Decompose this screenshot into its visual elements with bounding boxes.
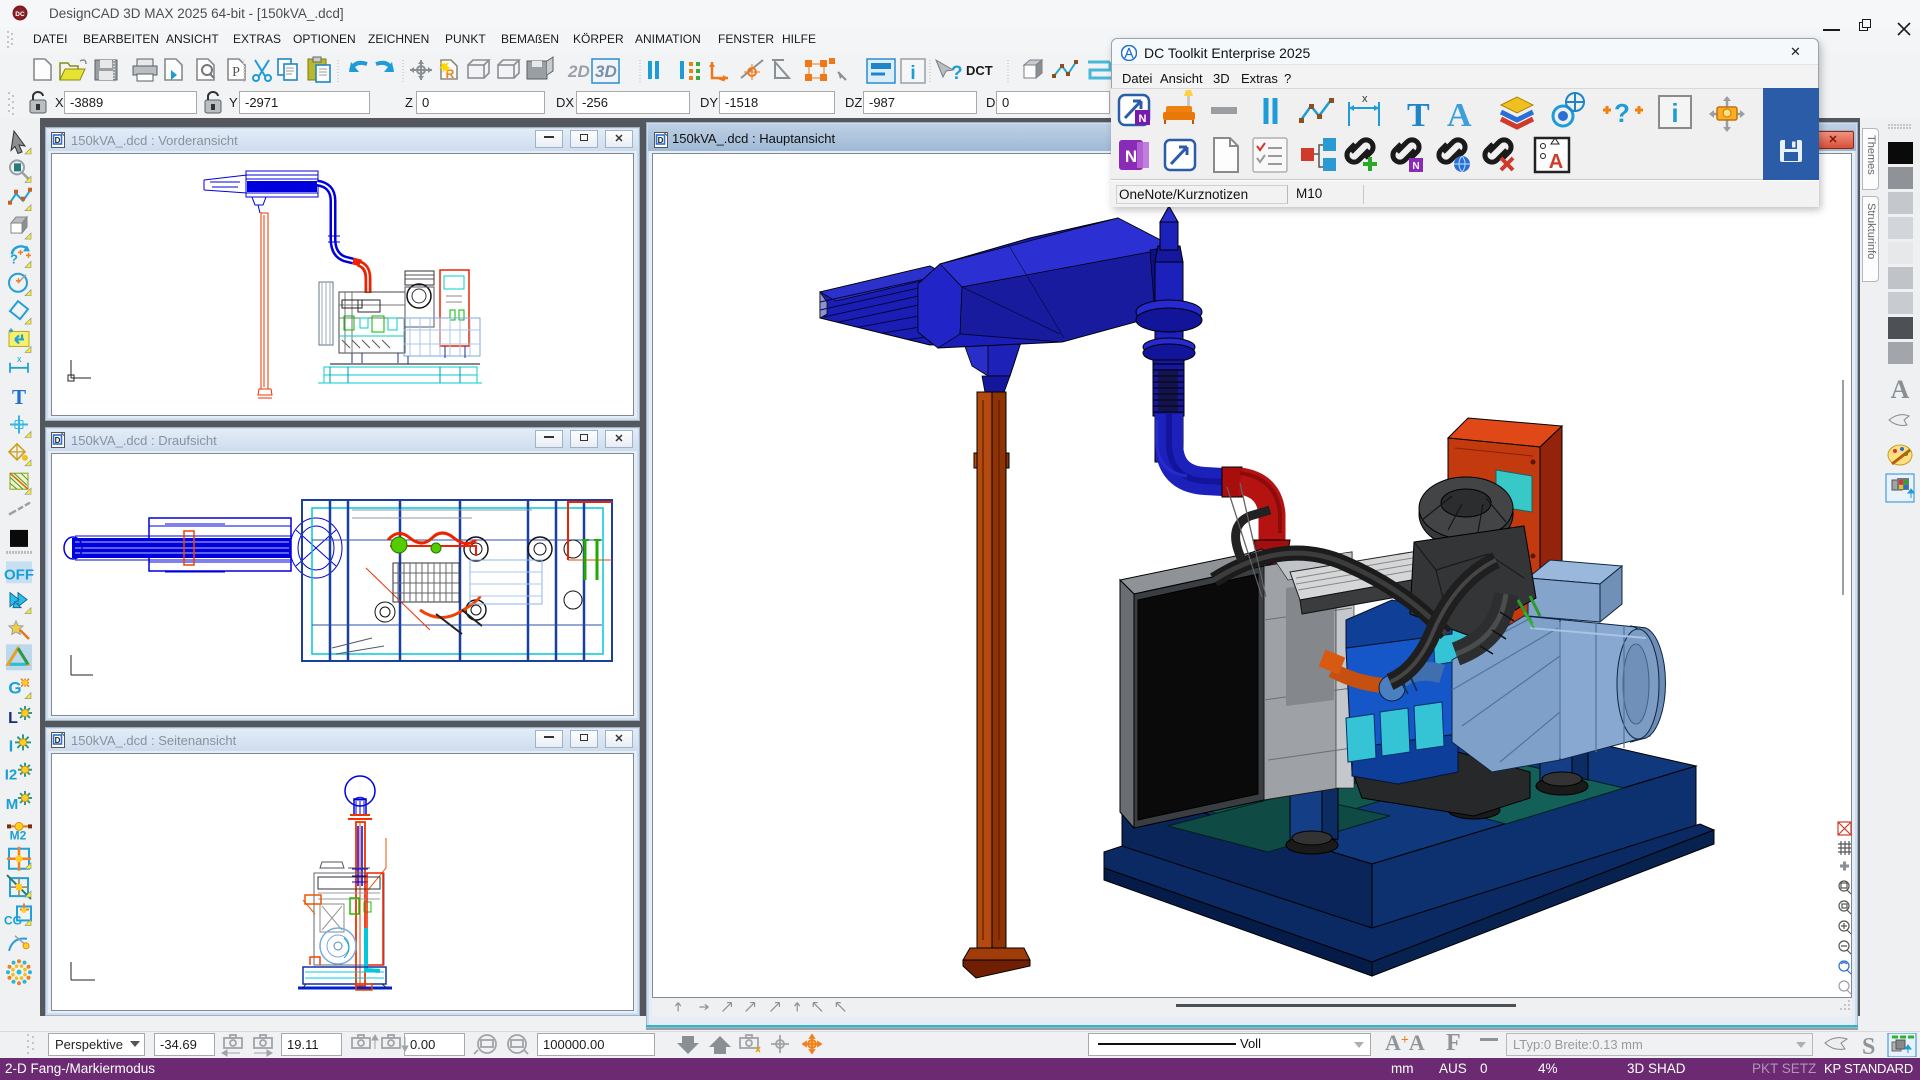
svg-text:S: S	[1862, 1034, 1875, 1057]
svg-text:N: N	[1412, 161, 1419, 172]
svg-text:A: A	[1891, 375, 1910, 404]
svg-text:2D: 2D	[567, 62, 590, 81]
svg-text:?: ?	[951, 63, 963, 84]
svg-text:M: M	[6, 796, 19, 813]
svg-text:D: D	[55, 436, 61, 445]
svg-text:N: N	[1125, 147, 1137, 166]
svg-text:i: i	[910, 63, 915, 84]
svg-text:x: x	[1362, 93, 1368, 105]
svg-text:T: T	[12, 385, 26, 409]
svg-text:CG: CG	[4, 913, 22, 927]
svg-text:A: A	[1549, 151, 1563, 173]
svg-text:OFF: OFF	[4, 566, 34, 583]
svg-text:DCT: DCT	[966, 63, 993, 78]
svg-text:x: x	[17, 354, 22, 364]
svg-text:DC: DC	[15, 11, 25, 18]
svg-text:M2: M2	[10, 828, 27, 842]
svg-text:D: D	[658, 136, 664, 145]
svg-text:L: L	[8, 710, 18, 727]
svg-text:i: i	[1671, 98, 1678, 128]
svg-text:I2: I2	[5, 767, 18, 784]
svg-text:P: P	[232, 65, 240, 80]
svg-text:3D: 3D	[595, 62, 617, 81]
svg-text:G: G	[8, 679, 21, 698]
svg-text:T: T	[1407, 97, 1430, 134]
svg-text:I: I	[9, 738, 13, 755]
svg-text:?: ?	[1614, 98, 1630, 128]
svg-text:N: N	[1139, 113, 1147, 125]
svg-text:?: ?	[10, 251, 18, 266]
svg-text:D: D	[55, 736, 61, 745]
svg-text:D: D	[55, 136, 61, 145]
svg-text:A: A	[1447, 97, 1472, 134]
